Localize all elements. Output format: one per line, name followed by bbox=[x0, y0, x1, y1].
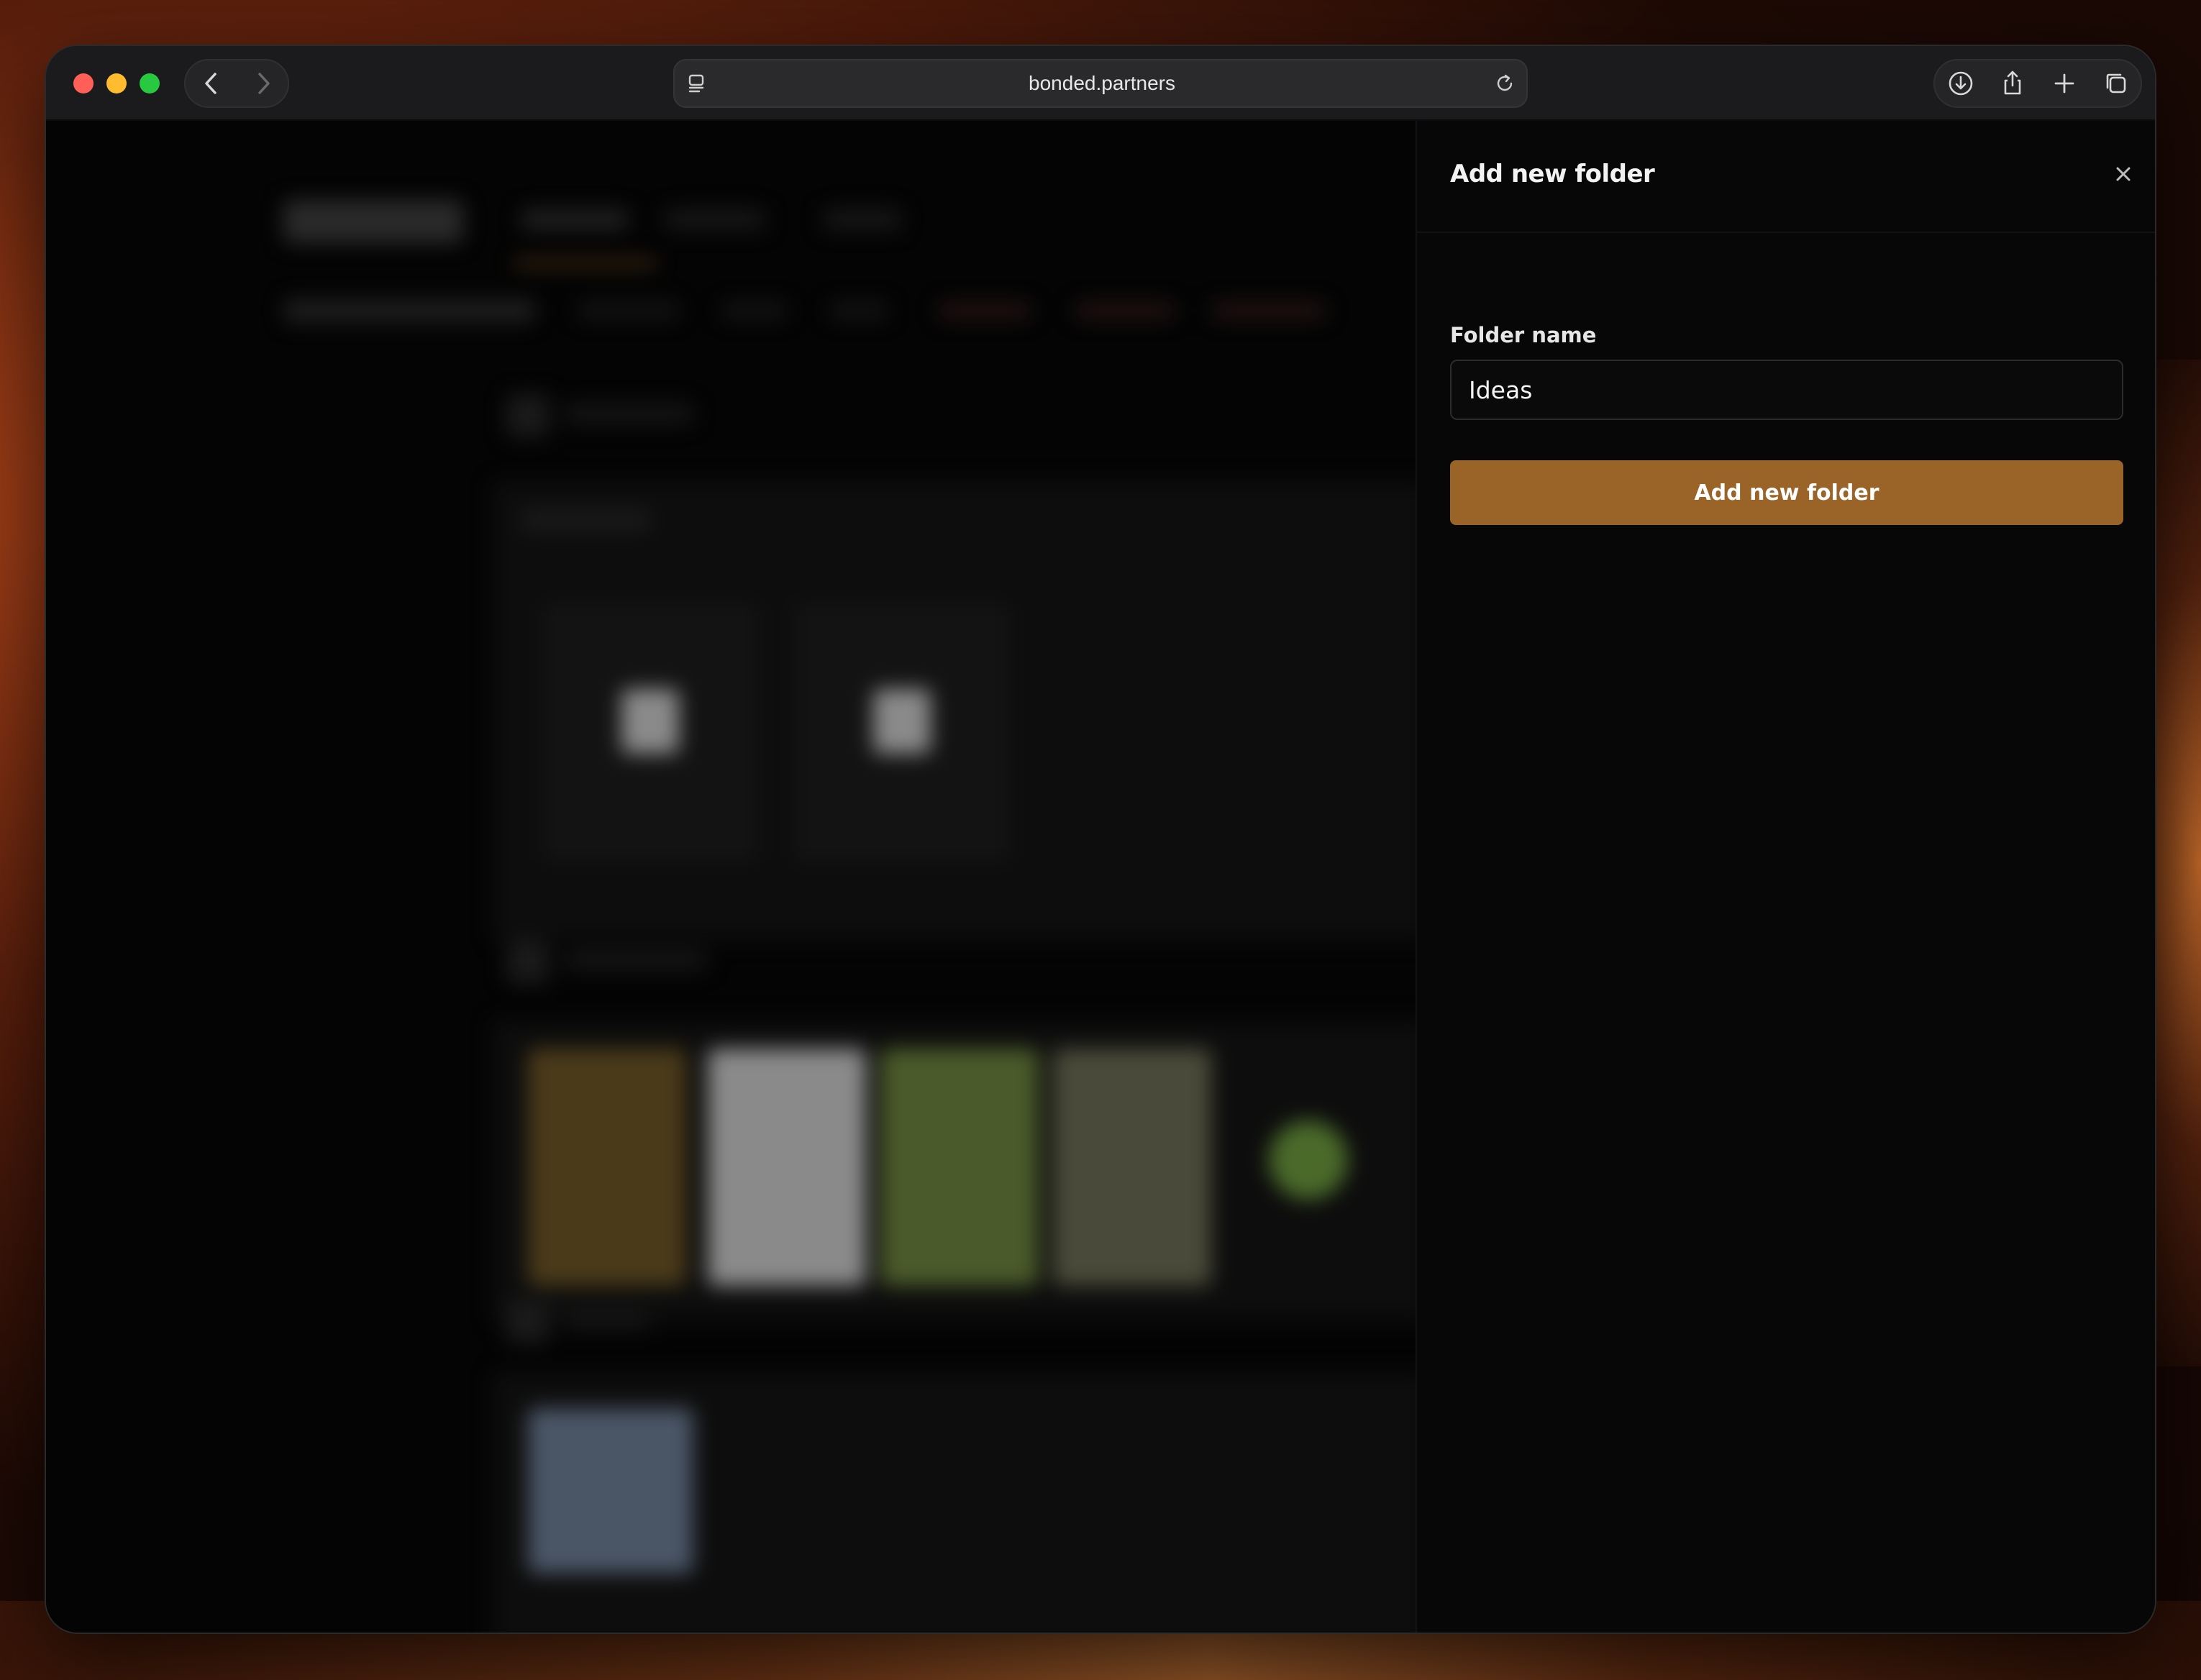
downloads-button[interactable] bbox=[1935, 60, 1987, 106]
blurred-subnav-item bbox=[830, 302, 888, 319]
drawer-header: Add new folder bbox=[1417, 121, 2155, 233]
blurred-section-title bbox=[564, 949, 708, 971]
plus-icon bbox=[2054, 73, 2074, 93]
toolbar-actions bbox=[1933, 59, 2142, 108]
blurred-image-thumbnail bbox=[708, 1049, 866, 1286]
blurred-image-thumbnail bbox=[528, 1408, 693, 1574]
add-new-folder-button[interactable]: Add new folder bbox=[1450, 460, 2123, 525]
folder-name-label: Folder name bbox=[1450, 323, 1597, 347]
tabs-icon bbox=[2106, 73, 2126, 93]
blurred-section-icon bbox=[506, 1300, 550, 1343]
forward-button[interactable] bbox=[237, 60, 289, 106]
blurred-image-thumbnail bbox=[1053, 1049, 1211, 1286]
blurred-folder-icon bbox=[621, 689, 679, 754]
drawer-title: Add new folder bbox=[1450, 160, 1655, 188]
folder-name-input[interactable] bbox=[1450, 360, 2123, 420]
browser-window: bonded.partners Add new folder Folder na… bbox=[46, 46, 2155, 1633]
close-window-button[interactable] bbox=[73, 73, 94, 93]
blurred-image-thumbnail bbox=[528, 1049, 686, 1286]
blurred-page-background bbox=[46, 121, 1416, 1633]
blurred-active-tab-underline bbox=[514, 260, 657, 266]
blurred-subnav-item bbox=[722, 302, 787, 319]
blurred-subnav-item bbox=[1211, 302, 1326, 319]
zoom-window-button[interactable] bbox=[140, 73, 160, 93]
blurred-nav-item bbox=[823, 209, 902, 230]
download-icon bbox=[1949, 71, 1973, 96]
blurred-folder-icon bbox=[873, 689, 931, 754]
minimize-window-button[interactable] bbox=[106, 73, 127, 93]
blurred-subnav-item bbox=[1075, 302, 1175, 319]
chevron-right-icon bbox=[258, 73, 270, 94]
blurred-logo bbox=[283, 200, 463, 243]
blurred-panel-title bbox=[521, 509, 650, 531]
url-text[interactable]: bonded.partners bbox=[675, 60, 1529, 106]
blurred-image-thumbnail bbox=[880, 1049, 1039, 1286]
blurred-content bbox=[46, 121, 1416, 1633]
navigation-buttons bbox=[184, 59, 289, 108]
back-button[interactable] bbox=[186, 60, 237, 106]
share-button[interactable] bbox=[1987, 60, 2038, 106]
blurred-section-icon bbox=[506, 394, 550, 437]
close-icon bbox=[2116, 167, 2131, 181]
browser-toolbar: bonded.partners bbox=[46, 46, 2155, 121]
blurred-subnav-item bbox=[938, 302, 1031, 319]
blurred-nav-item bbox=[665, 209, 765, 230]
share-icon bbox=[2004, 70, 2021, 95]
tab-overview-button[interactable] bbox=[2090, 60, 2142, 106]
blurred-nav-item bbox=[521, 209, 629, 230]
blurred-image-thumbnail bbox=[1269, 1120, 1348, 1200]
close-drawer-button[interactable] bbox=[2109, 160, 2138, 188]
blurred-section-title bbox=[564, 403, 693, 424]
chevron-left-icon bbox=[205, 73, 217, 94]
blurred-subnav-item bbox=[578, 302, 679, 319]
blurred-section-title bbox=[564, 1309, 650, 1330]
new-tab-button[interactable] bbox=[2038, 60, 2090, 106]
address-bar[interactable]: bonded.partners bbox=[673, 59, 1528, 108]
blurred-subnav-title bbox=[283, 299, 535, 322]
reload-icon[interactable] bbox=[1493, 72, 1516, 95]
add-folder-drawer: Add new folder Folder name Add new folde… bbox=[1416, 121, 2155, 1633]
blurred-section-icon bbox=[506, 941, 550, 984]
